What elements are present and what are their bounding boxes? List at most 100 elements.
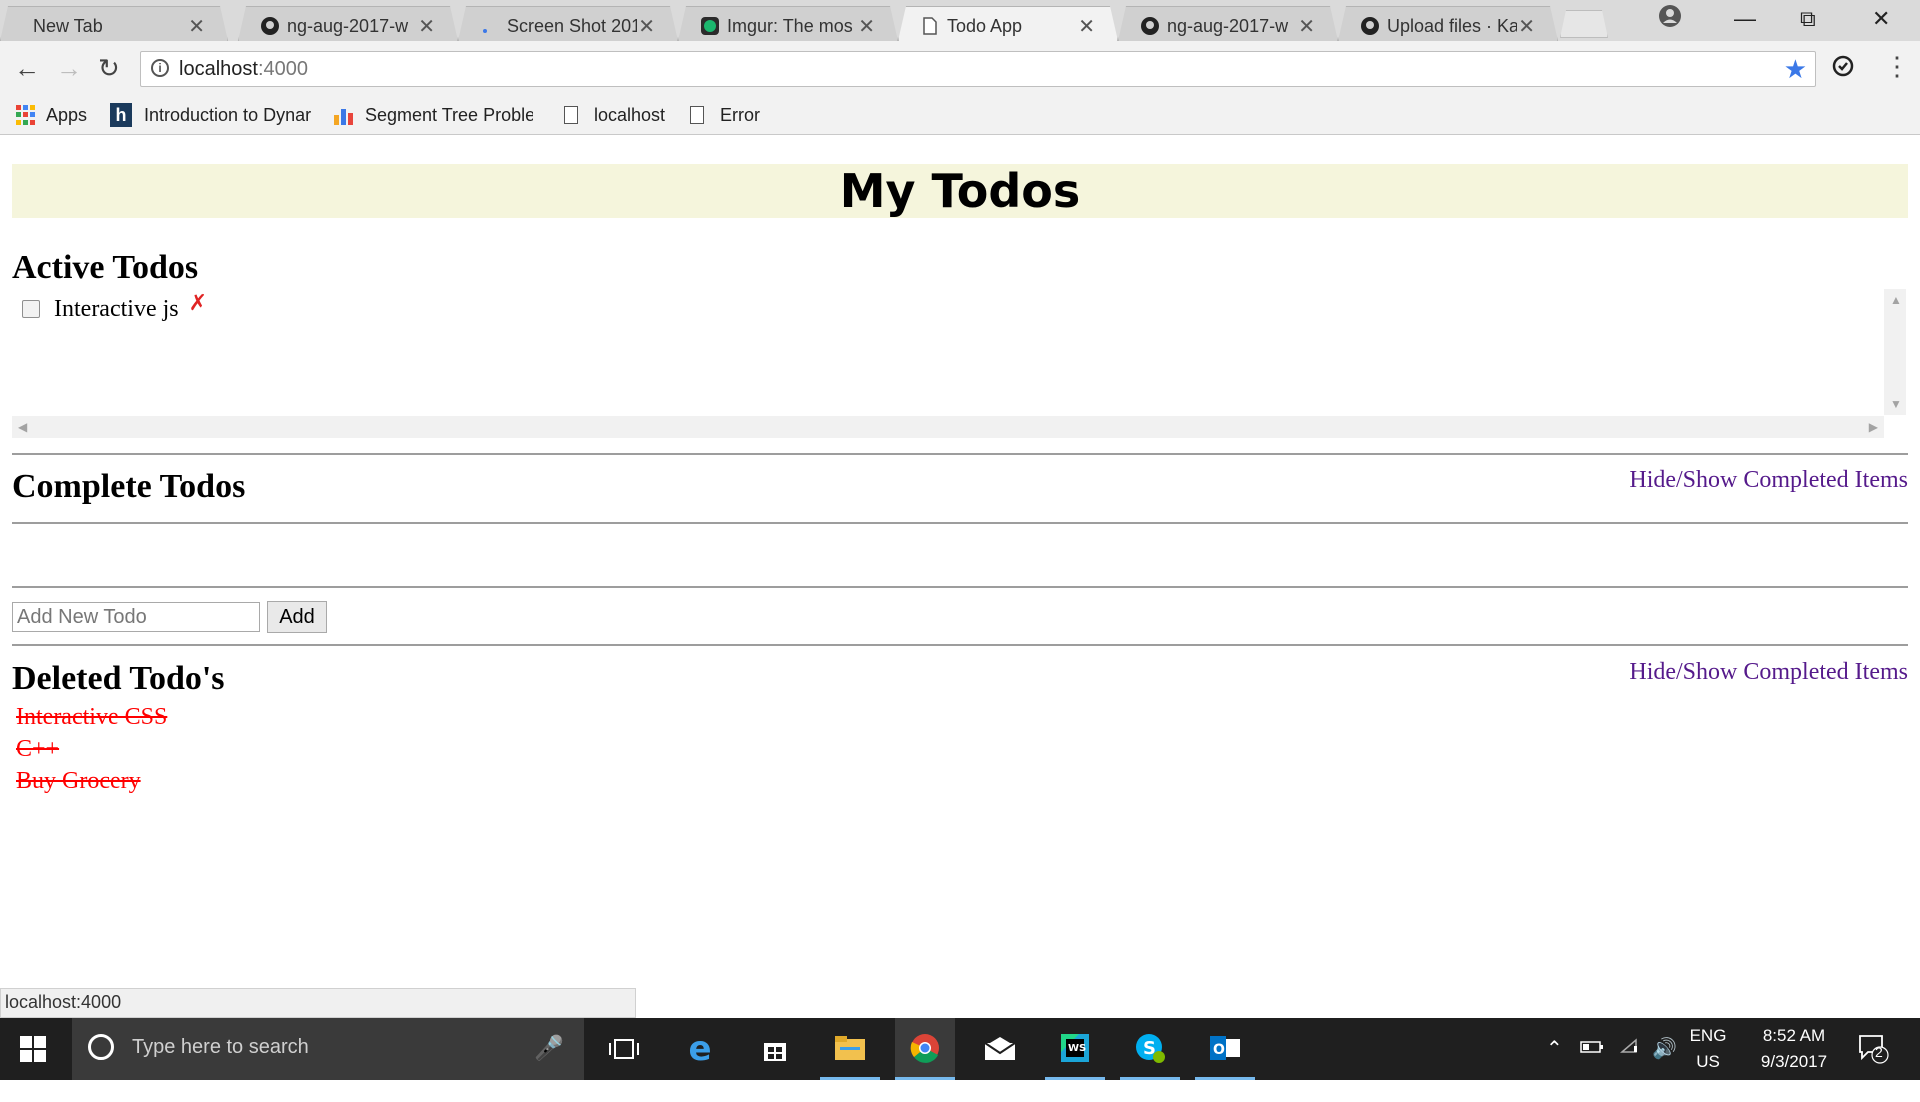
mail-icon[interactable] (970, 1018, 1030, 1080)
edge-icon[interactable]: e (670, 1018, 730, 1080)
info-icon[interactable]: i (151, 59, 169, 77)
profile-icon[interactable] (1658, 4, 1682, 34)
add-todo-button[interactable]: Add (267, 601, 327, 633)
volume-icon[interactable]: 🔊 (1652, 1036, 1677, 1098)
bookmark-label: Apps (46, 104, 88, 125)
close-icon[interactable]: ✕ (188, 14, 205, 39)
browser-tab-strip: New Tab ✕ ng-aug-2017-w ✕ Screen Shot 20… (0, 0, 1920, 41)
menu-icon[interactable]: ⋮ (1884, 51, 1910, 82)
show-hidden-icons-icon[interactable]: ⌃ (1546, 1036, 1563, 1098)
tab-screen-shot[interactable]: Screen Shot 201 ✕ (458, 6, 678, 41)
tab-title: Upload files · Ka (1387, 16, 1517, 36)
address-bar[interactable]: i localhost:4000 ★ (140, 51, 1816, 87)
window-close-icon[interactable]: ✕ (1872, 6, 1890, 32)
language-code: ENG (1689, 1026, 1727, 1045)
tab-title: Todo App (947, 16, 1023, 36)
tab-title: Imgur: The mos (727, 16, 853, 36)
store-icon[interactable] (745, 1018, 805, 1080)
deleted-todo-item: Interactive CSS (16, 704, 168, 730)
skype-icon[interactable]: S (1120, 1018, 1180, 1080)
forward-icon[interactable]: → (56, 53, 82, 84)
cortana-icon (88, 1034, 114, 1060)
tab-new-tab[interactable]: New Tab ✕ (0, 6, 228, 41)
bookmark-error[interactable]: Error (690, 102, 760, 128)
browser-toolbar: ← → ↻ i localhost:4000 ★ ⋮ (0, 41, 1920, 97)
github-icon (261, 17, 279, 35)
deleted-todo-item: Buy Grocery (16, 768, 141, 794)
bookmark-intro-dynamic[interactable]: h Introduction to Dynar (110, 102, 314, 128)
clock-time: 8:52 AM (1762, 1026, 1826, 1045)
tab-todo-app[interactable]: Todo App ✕ (898, 6, 1118, 41)
tab-github-ng-aug-2[interactable]: ng-aug-2017-w ✕ (1118, 6, 1338, 41)
file-explorer-icon[interactable] (820, 1018, 880, 1080)
language-indicator[interactable]: ENG US (1686, 1026, 1730, 1072)
toggle-completed-link[interactable]: Hide/Show Completed Items (1629, 659, 1908, 686)
tab-upload-files[interactable]: Upload files · Ka ✕ (1338, 6, 1558, 41)
toggle-completed-link[interactable]: Hide/Show Completed Items (1629, 467, 1908, 494)
bar-chart-icon (334, 105, 353, 125)
active-todos-heading: Active Todos (12, 249, 199, 286)
tab-title: ng-aug-2017-w (1167, 16, 1289, 36)
extension-icon[interactable] (1832, 53, 1854, 84)
imgur-icon (701, 17, 719, 35)
close-icon[interactable]: ✕ (418, 14, 435, 39)
search-placeholder: Type here to search (132, 1036, 309, 1058)
divider (12, 586, 1908, 588)
url-text: localhost:4000 (179, 58, 308, 81)
loading-icon (481, 17, 499, 35)
taskbar-search[interactable]: Type here to search 🎤 (72, 1018, 584, 1080)
tab-github-ng-aug[interactable]: ng-aug-2017-w ✕ (238, 6, 458, 41)
wifi-icon[interactable] (1619, 1038, 1642, 1100)
bookmarks-bar: Apps h Introduction to Dynar Segment Tre… (0, 97, 1920, 135)
back-icon[interactable]: ← (14, 53, 40, 84)
chrome-icon[interactable] (895, 1018, 955, 1080)
url-host: localhost (179, 58, 258, 80)
close-icon[interactable]: ✕ (638, 14, 655, 39)
battery-icon[interactable] (1580, 1040, 1604, 1102)
webstorm-icon[interactable]: WS (1045, 1018, 1105, 1080)
tab-imgur[interactable]: Imgur: The mos ✕ (678, 6, 898, 41)
todo-item: Interactive js ✗ (22, 290, 207, 327)
task-view-icon[interactable] (594, 1018, 654, 1080)
action-center-icon[interactable]: 2 (1858, 1034, 1890, 1096)
reload-icon[interactable]: ↻ (98, 53, 120, 84)
app-title: My Todos (12, 164, 1908, 218)
tab-title: New Tab (33, 16, 103, 36)
delete-icon[interactable]: ✗ (189, 290, 207, 316)
bookmark-label: Error (720, 104, 760, 125)
scroll-up-arrow-icon[interactable]: ▲ (1890, 293, 1902, 307)
todo-text: Interactive js (54, 295, 179, 322)
tab-title: Screen Shot 201 (507, 16, 637, 36)
restore-icon[interactable]: ⧉ (1800, 6, 1816, 32)
divider (12, 644, 1908, 646)
clock[interactable]: 8:52 AM 9/3/2017 (1744, 1026, 1844, 1072)
close-icon[interactable]: ✕ (1078, 14, 1095, 39)
bookmark-localhost[interactable]: localhost (564, 102, 665, 128)
svg-text:WS: WS (1068, 1043, 1086, 1054)
apps-grid-icon (16, 105, 36, 125)
todo-checkbox[interactable] (22, 300, 40, 318)
windows-start-icon[interactable] (20, 1036, 46, 1062)
deleted-todo-item: C++ (16, 736, 60, 762)
bookmark-label: Segment Tree Probler (365, 104, 533, 125)
close-icon[interactable]: ✕ (1298, 14, 1315, 39)
horizontal-scrollbar[interactable]: ◀ ▶ (12, 416, 1884, 438)
close-icon[interactable]: ✕ (858, 14, 875, 39)
scroll-left-arrow-icon[interactable]: ◀ (18, 420, 27, 434)
status-url-bubble: localhost:4000 (0, 988, 636, 1018)
microphone-icon[interactable]: 🎤 (534, 1034, 564, 1063)
page-icon (921, 17, 939, 35)
divider (12, 453, 1908, 455)
minimize-icon[interactable]: — (1734, 6, 1756, 32)
close-icon[interactable]: ✕ (1518, 14, 1535, 39)
outlook-icon[interactable]: O (1195, 1018, 1255, 1080)
add-todo-input[interactable] (12, 602, 260, 632)
vertical-scrollbar[interactable]: ▲ ▼ (1884, 289, 1906, 415)
new-tab-button[interactable] (1560, 10, 1608, 38)
bookmark-segment-tree[interactable]: Segment Tree Probler (334, 102, 533, 128)
scroll-right-arrow-icon[interactable]: ▶ (1869, 420, 1878, 434)
bookmark-star-icon[interactable]: ★ (1784, 54, 1807, 85)
scroll-down-arrow-icon[interactable]: ▼ (1890, 397, 1902, 411)
tab-title: ng-aug-2017-w (287, 16, 409, 36)
bookmark-apps[interactable]: Apps (16, 102, 87, 128)
